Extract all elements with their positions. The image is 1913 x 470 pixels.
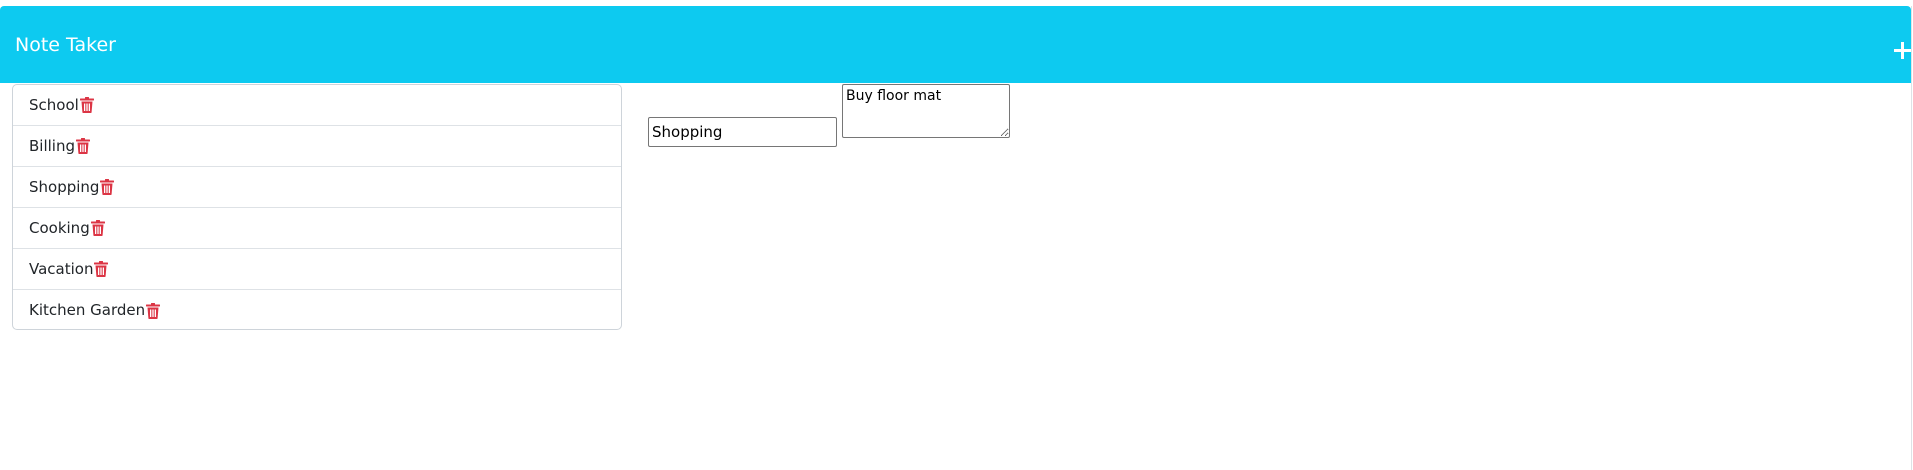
- trash-icon[interactable]: [100, 179, 115, 195]
- trash-icon[interactable]: [94, 261, 109, 277]
- note-title[interactable]: Kitchen Garden: [29, 303, 145, 318]
- note-title[interactable]: Billing: [29, 138, 75, 154]
- note-title[interactable]: Shopping: [29, 179, 99, 195]
- trash-icon[interactable]: [146, 302, 161, 319]
- trash-icon[interactable]: [79, 97, 94, 113]
- note-item[interactable]: Cooking: [13, 208, 621, 249]
- note-title[interactable]: Vacation: [29, 261, 93, 277]
- plus-icon[interactable]: [1894, 42, 1911, 59]
- note-title[interactable]: School: [29, 97, 79, 113]
- notes-list: School Billing Shopping Cooking Vacation…: [12, 84, 622, 330]
- note-title[interactable]: Cooking: [29, 220, 90, 236]
- note-item[interactable]: School: [13, 85, 621, 126]
- note-body-textarea[interactable]: Buy floor mat: [842, 84, 1010, 138]
- note-item[interactable]: Shopping: [13, 167, 621, 208]
- note-item[interactable]: Billing: [13, 126, 621, 167]
- note-item[interactable]: Kitchen Garden: [13, 290, 621, 329]
- note-item[interactable]: Vacation: [13, 249, 621, 290]
- trash-icon[interactable]: [90, 220, 105, 236]
- note-title-input[interactable]: [648, 117, 837, 147]
- app-title: Note Taker: [15, 34, 116, 56]
- navbar: Note Taker: [0, 6, 1911, 83]
- trash-icon[interactable]: [76, 138, 90, 154]
